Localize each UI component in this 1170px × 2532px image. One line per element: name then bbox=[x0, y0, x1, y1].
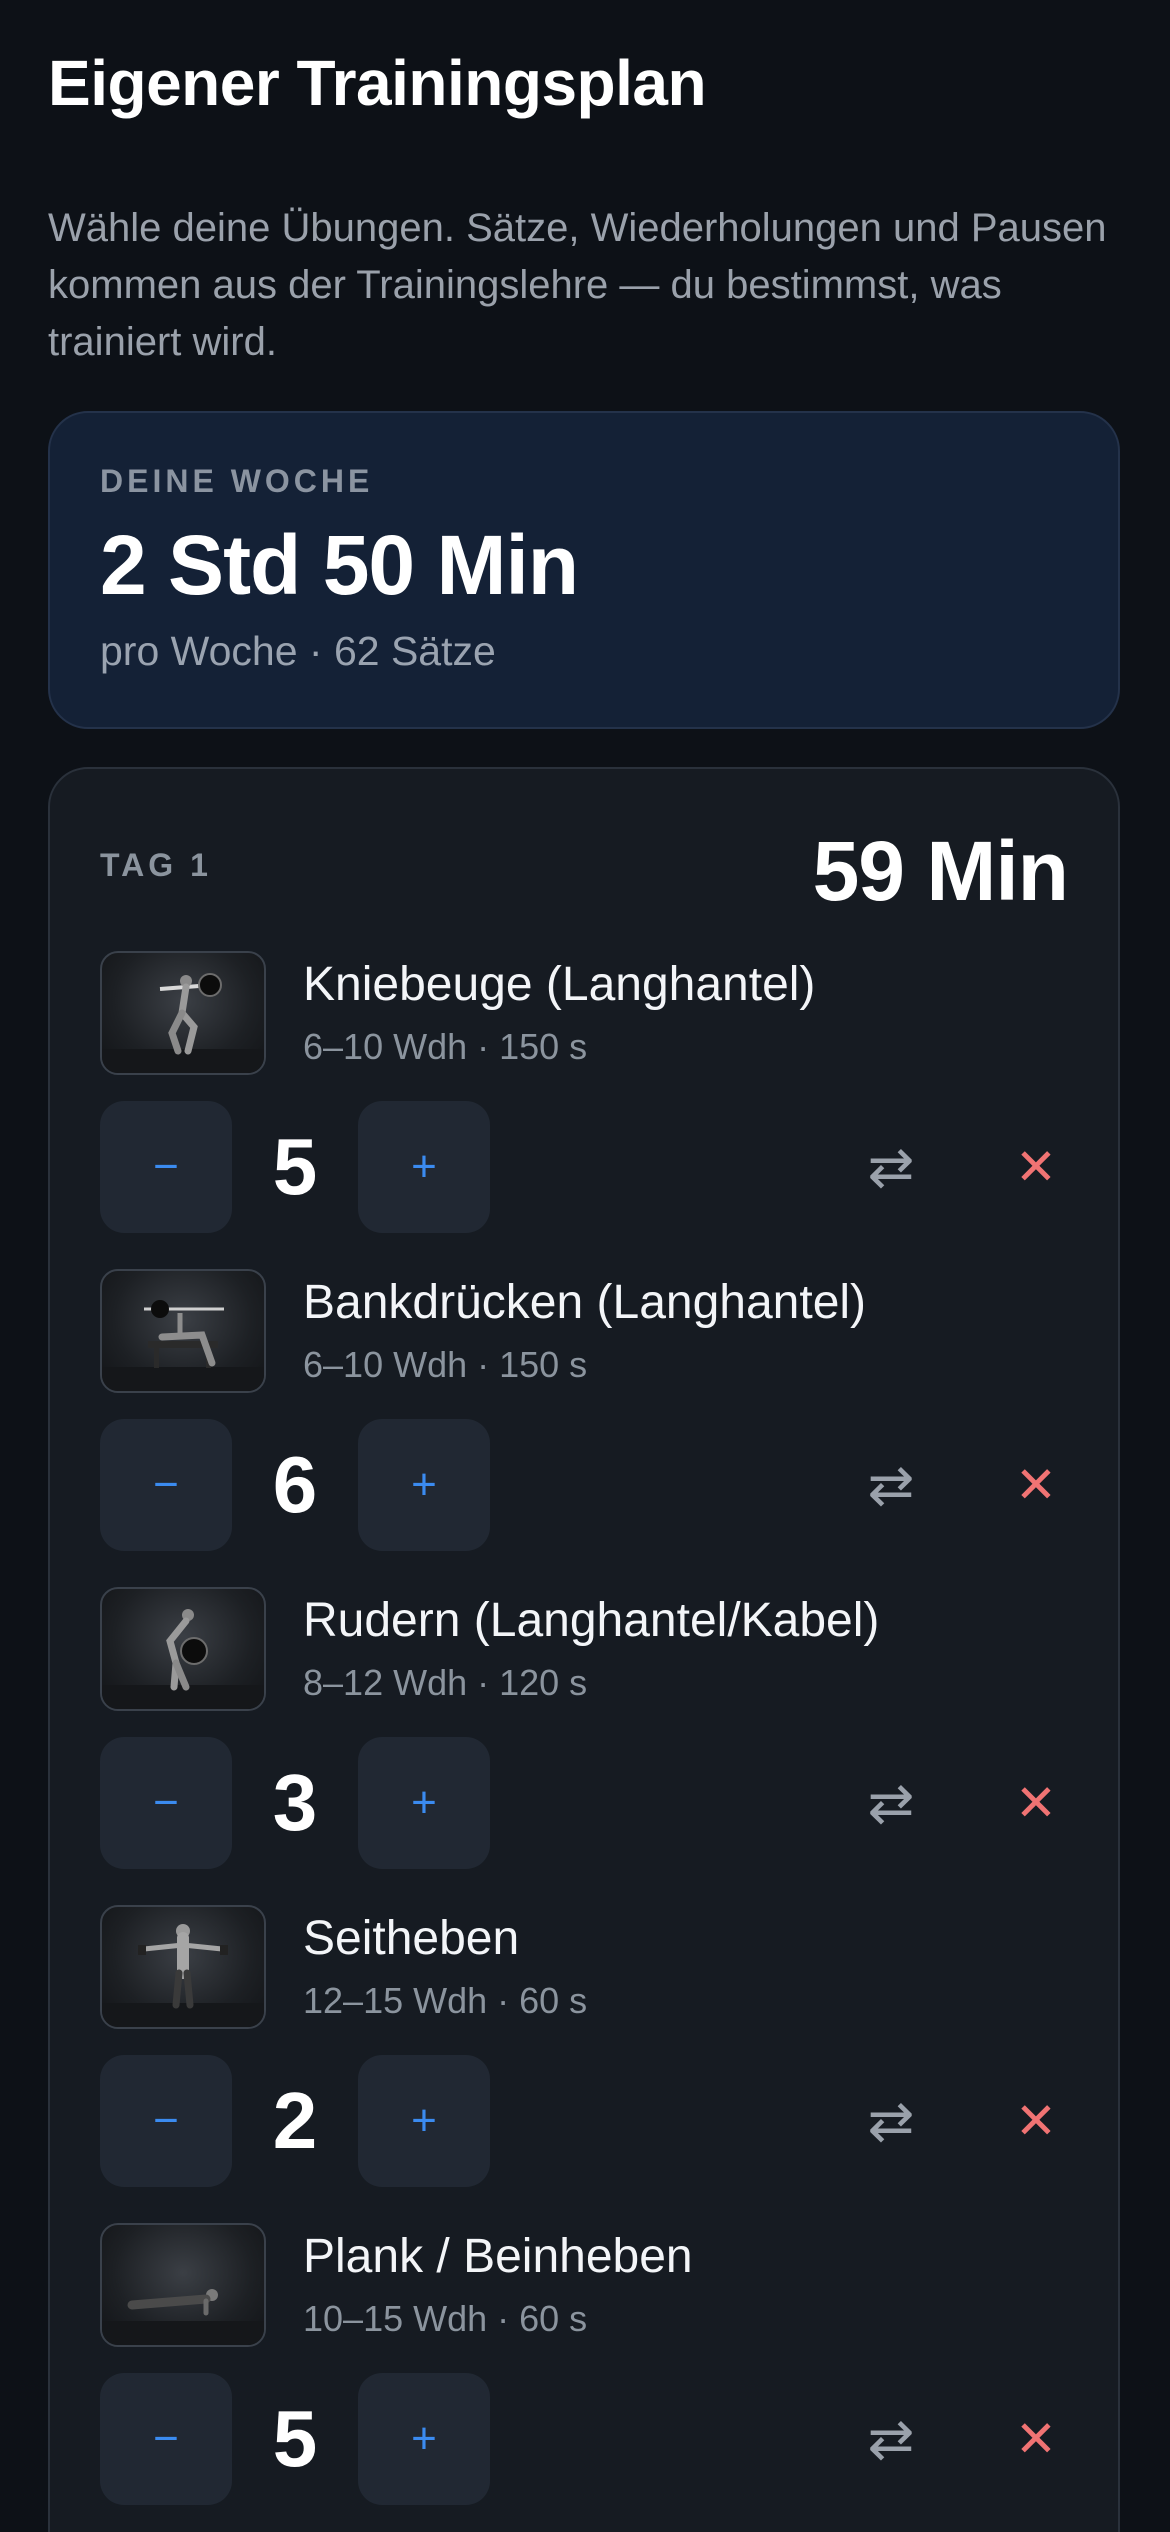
exercise-name: Bankdrücken (Langhantel) bbox=[303, 1276, 867, 1329]
swap-exercise-icon[interactable]: ⇄ bbox=[825, 1419, 957, 1551]
swap-exercise-icon[interactable]: ⇄ bbox=[825, 2373, 957, 2505]
remove-exercise-icon[interactable]: ✕ bbox=[970, 1419, 1102, 1551]
exercise-thumbnail[interactable] bbox=[100, 1905, 266, 2029]
exercise-row: Kniebeuge (Langhantel) 6–10 Wdh · 150 s … bbox=[100, 951, 1072, 1251]
exercise-reps-rest: 10–15 Wdh · 60 s bbox=[303, 2298, 588, 2339]
exercise-reps-rest: 12–15 Wdh · 60 s bbox=[303, 1980, 588, 2021]
exercise-row: Seitheben 12–15 Wdh · 60 s − 2 + ⇄ ✕ bbox=[100, 1905, 1072, 2205]
exercise-name: Plank / Beinheben bbox=[303, 2230, 693, 2283]
day-total-duration: 59 Min bbox=[812, 824, 1069, 918]
exercise-thumbnail[interactable] bbox=[100, 1269, 266, 1393]
page-title: Eigener Trainingsplan bbox=[48, 47, 707, 119]
day-label: TAG 1 bbox=[100, 847, 212, 883]
increase-sets-button[interactable]: + bbox=[358, 1419, 490, 1551]
increase-sets-button[interactable]: + bbox=[358, 1101, 490, 1233]
remove-exercise-icon[interactable]: ✕ bbox=[970, 2373, 1102, 2505]
sets-count: 6 bbox=[272, 1440, 318, 1529]
decrease-sets-button[interactable]: − bbox=[100, 2373, 232, 2505]
remove-exercise-icon[interactable]: ✕ bbox=[970, 2055, 1102, 2187]
increase-sets-button[interactable]: + bbox=[358, 1737, 490, 1869]
decrease-sets-button[interactable]: − bbox=[100, 1101, 232, 1233]
week-total-duration: 2 Std 50 Min bbox=[100, 518, 579, 612]
exercise-name: Rudern (Langhantel/Kabel) bbox=[303, 1594, 880, 1647]
exercise-name: Seitheben bbox=[303, 1912, 520, 1965]
swap-exercise-icon[interactable]: ⇄ bbox=[825, 1101, 957, 1233]
intro-text: Wähle deine Übungen. Sätze, Wiederholung… bbox=[48, 206, 1107, 364]
increase-sets-button[interactable]: + bbox=[358, 2373, 490, 2505]
decrease-sets-button[interactable]: − bbox=[100, 2055, 232, 2187]
exercise-thumbnail[interactable] bbox=[100, 951, 266, 1075]
exercise-reps-rest: 8–12 Wdh · 120 s bbox=[303, 1662, 588, 1703]
decrease-sets-button[interactable]: − bbox=[100, 1419, 232, 1551]
increase-sets-button[interactable]: + bbox=[358, 2055, 490, 2187]
swap-exercise-icon[interactable]: ⇄ bbox=[825, 1737, 957, 1869]
sets-count: 2 bbox=[272, 2076, 318, 2165]
sets-count: 3 bbox=[272, 1758, 318, 1847]
exercise-row: Plank / Beinheben 10–15 Wdh · 60 s − 5 +… bbox=[100, 2223, 1072, 2523]
custom-plan-screen: Eigener Trainingsplan Wähle deine Übunge… bbox=[0, 0, 1170, 2532]
day-card: TAG 1 59 Min Kniebeuge (Langhantel) 6–10… bbox=[48, 767, 1120, 2532]
exercise-reps-rest: 6–10 Wdh · 150 s bbox=[303, 1344, 588, 1385]
exercise-reps-rest: 6–10 Wdh · 150 s bbox=[303, 1026, 588, 1067]
remove-exercise-icon[interactable]: ✕ bbox=[970, 1101, 1102, 1233]
swap-exercise-icon[interactable]: ⇄ bbox=[825, 2055, 957, 2187]
exercise-thumbnail[interactable] bbox=[100, 1587, 266, 1711]
exercise-row: Bankdrücken (Langhantel) 6–10 Wdh · 150 … bbox=[100, 1269, 1072, 1569]
sets-count: 5 bbox=[272, 2394, 318, 2483]
week-label: DEINE WOCHE bbox=[100, 463, 374, 499]
exercise-thumbnail[interactable] bbox=[100, 2223, 266, 2347]
sets-count: 5 bbox=[272, 1122, 318, 1211]
exercise-name: Kniebeuge (Langhantel) bbox=[303, 958, 816, 1011]
decrease-sets-button[interactable]: − bbox=[100, 1737, 232, 1869]
remove-exercise-icon[interactable]: ✕ bbox=[970, 1737, 1102, 1869]
exercise-row: Rudern (Langhantel/Kabel) 8–12 Wdh · 120… bbox=[100, 1587, 1072, 1887]
week-summary-card: DEINE WOCHE 2 Std 50 Min pro Woche · 62 … bbox=[48, 411, 1120, 729]
week-subtitle: pro Woche · 62 Sätze bbox=[100, 628, 496, 674]
